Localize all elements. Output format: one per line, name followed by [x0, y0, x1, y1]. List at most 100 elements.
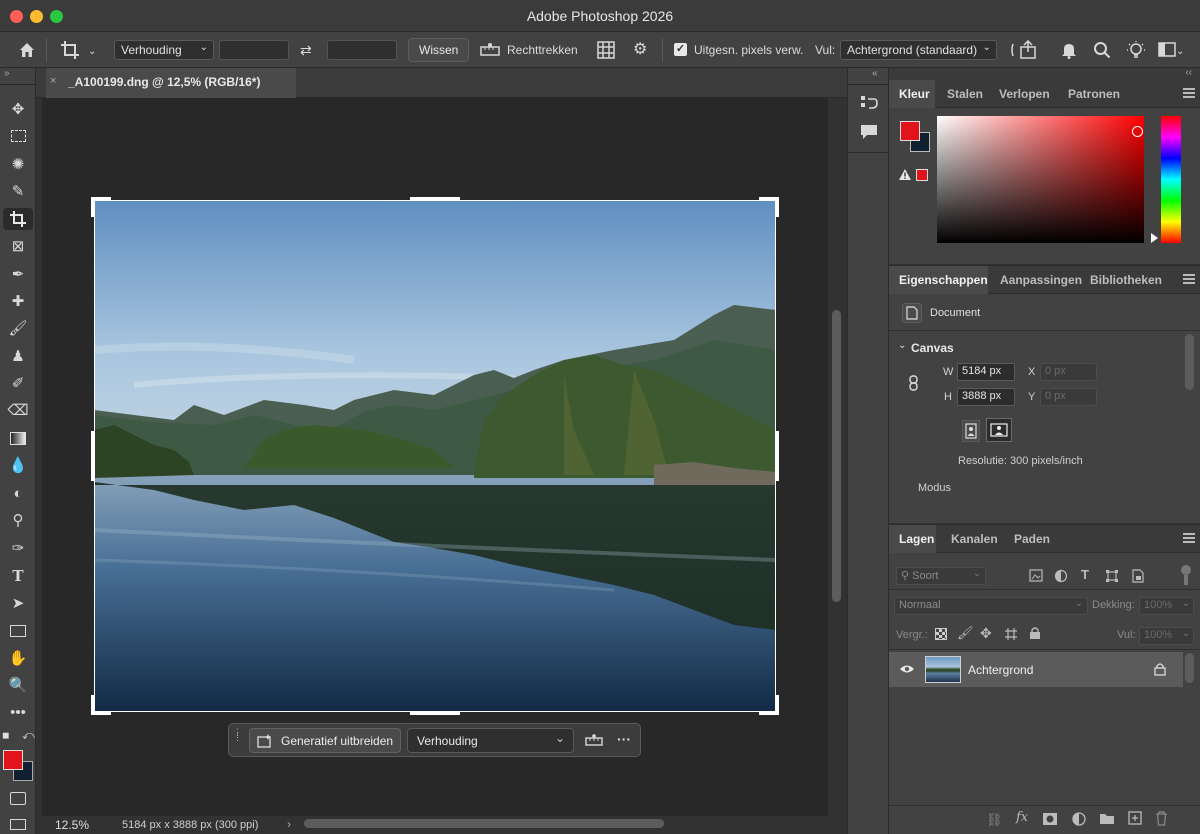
vertical-scrollbar[interactable]	[828, 98, 847, 816]
canvas-area[interactable]: ⋮ ⋮ Generatief uitbreiden Verhouding ⌄ ··…	[42, 98, 828, 816]
history-brush-tool-icon[interactable]: ✐	[6, 373, 30, 395]
trash-icon[interactable]	[1155, 811, 1168, 826]
clear-button[interactable]: Wissen	[408, 38, 470, 62]
canvas-section-title[interactable]: Canvas	[911, 341, 954, 355]
filter-pixel-icon[interactable]	[1029, 569, 1043, 582]
chevron-right-icon[interactable]: ›	[287, 817, 291, 831]
layer-row[interactable]: Achtergrond	[889, 652, 1183, 687]
y-input[interactable]: 0 px	[1040, 388, 1097, 406]
lock-position-icon[interactable]: ✥	[980, 625, 992, 642]
workspace-icon[interactable]	[1158, 42, 1176, 58]
swap-colors-icon[interactable]: ⤺	[22, 728, 35, 743]
dodge-tool-icon[interactable]: ◐	[6, 483, 30, 505]
chevron-down-icon[interactable]: ⌄	[88, 44, 96, 60]
share-icon[interactable]	[1010, 40, 1040, 60]
layers-scrollbar-thumb[interactable]	[1185, 653, 1194, 683]
panel-menu-icon[interactable]	[1183, 274, 1195, 284]
tab-layers[interactable]: Lagen	[889, 525, 936, 553]
swap-icon[interactable]: ⇄	[300, 42, 312, 58]
zoom-level[interactable]: 12.5%	[55, 818, 89, 832]
gradient-tool-icon[interactable]	[6, 428, 30, 450]
eraser-tool-icon[interactable]: ⌫	[6, 400, 30, 422]
marquee-tool-icon[interactable]	[6, 126, 30, 148]
hue-slider-marker[interactable]	[1151, 233, 1158, 243]
generative-expand-button[interactable]: Generatief uitbreiden	[249, 728, 401, 753]
hue-slider[interactable]	[1161, 116, 1181, 243]
pen-tool-icon[interactable]: ✑	[6, 538, 30, 560]
blend-mode-dropdown[interactable]: Normaal ⌄	[894, 597, 1088, 615]
eyedropper-tool-icon[interactable]: ✒	[6, 264, 30, 286]
tab-paths[interactable]: Paden	[1006, 525, 1050, 553]
new-layer-icon[interactable]	[1128, 811, 1142, 825]
tab-libraries[interactable]: Bibliotheken	[1082, 266, 1162, 294]
filter-shape-icon[interactable]	[1105, 569, 1119, 583]
layer-thumbnail[interactable]	[925, 656, 961, 683]
lock-icon[interactable]	[1154, 662, 1166, 676]
close-tab-icon[interactable]: ×	[50, 75, 56, 87]
panel-menu-icon[interactable]	[1183, 533, 1195, 543]
ratio-dropdown[interactable]: Verhouding ⌄	[114, 40, 214, 60]
portrait-orientation-button[interactable]	[962, 420, 980, 442]
collapse-panels-icon[interactable]: «	[872, 68, 878, 79]
lightbulb-icon[interactable]	[1126, 40, 1146, 60]
crop-handle-right[interactable]	[775, 431, 779, 481]
crop-handle-bottom[interactable]	[410, 711, 460, 715]
crop-handle-top-left[interactable]	[91, 197, 95, 217]
x-input[interactable]: 0 px	[1040, 363, 1097, 381]
ratio-height-input[interactable]	[327, 40, 397, 60]
chevron-down-icon[interactable]: ⌄	[1176, 44, 1184, 60]
tab-gradients[interactable]: Verlopen	[991, 80, 1050, 108]
collapse-icon[interactable]: ‹‹	[1185, 67, 1192, 78]
landscape-orientation-button[interactable]	[986, 418, 1012, 442]
more-options-icon[interactable]: ···	[617, 731, 631, 747]
lock-pixels-icon[interactable]: 🖌	[957, 625, 974, 641]
height-input[interactable]: 3888 px	[957, 388, 1015, 406]
crop-handle-top[interactable]	[410, 197, 460, 201]
tab-color[interactable]: Kleur	[889, 80, 935, 108]
sponge-tool-icon[interactable]: ⚲	[6, 510, 30, 532]
brush-tool-icon[interactable]: 🖌	[6, 318, 30, 340]
object-selection-tool-icon[interactable]: ✺	[6, 154, 30, 176]
chevron-down-icon[interactable]: ⌄	[898, 340, 906, 351]
tab-adjustments[interactable]: Aanpassingen	[992, 266, 1082, 294]
warning-icon[interactable]	[898, 168, 912, 181]
zoom-tool-icon[interactable]: 🔍	[6, 675, 30, 697]
document-tab[interactable]: × _A100199.dng @ 12,5% (RGB/16*)	[46, 68, 296, 98]
collapse-toolbar-icon[interactable]: »	[4, 68, 10, 79]
blur-tool-icon[interactable]: 💧	[6, 455, 30, 477]
layer-name[interactable]: Achtergrond	[968, 663, 1033, 677]
delete-pixels-checkbox[interactable]: ✓	[674, 43, 687, 56]
fill-input[interactable]: 100% ⌄	[1139, 627, 1194, 645]
screen-mode-icon[interactable]	[6, 814, 30, 834]
search-icon[interactable]	[1093, 41, 1111, 59]
tab-swatches[interactable]: Stalen	[939, 80, 983, 108]
crop-tool-icon[interactable]	[3, 208, 33, 230]
crop-handle-bottom-left[interactable]	[91, 695, 95, 715]
crop-boundary[interactable]	[94, 200, 776, 712]
crop-handle-top-right[interactable]	[775, 197, 779, 217]
gear-icon[interactable]: ⚙	[633, 42, 647, 58]
move-tool-icon[interactable]: ✥	[6, 99, 30, 121]
link-icon[interactable]	[908, 375, 920, 391]
color-picker-field[interactable]	[937, 116, 1144, 243]
path-selection-tool-icon[interactable]: ➤	[6, 593, 30, 615]
context-ratio-dropdown[interactable]: Verhouding ⌄	[407, 728, 574, 753]
comments-panel-icon[interactable]	[860, 124, 878, 140]
straighten-icon[interactable]	[585, 734, 603, 748]
rectangle-tool-icon[interactable]	[6, 620, 30, 642]
vertical-scroll-thumb[interactable]	[832, 310, 841, 602]
drag-handle-icon[interactable]: ⋮ ⋮	[233, 728, 242, 750]
quick-selection-tool-icon[interactable]: ✎	[6, 181, 30, 203]
foreground-color-swatch[interactable]	[900, 121, 920, 141]
healing-brush-tool-icon[interactable]: ✚	[6, 291, 30, 313]
lock-all-icon[interactable]	[1029, 626, 1041, 640]
fill-dropdown[interactable]: Achtergrond (standaard) ⌄	[840, 40, 997, 60]
history-panel-icon[interactable]	[860, 94, 878, 112]
width-input[interactable]: 5184 px	[957, 363, 1015, 381]
opacity-input[interactable]: 100% ⌄	[1139, 597, 1194, 615]
filter-toggle[interactable]	[1181, 565, 1191, 575]
eye-icon[interactable]	[899, 664, 915, 674]
foreground-color-swatch[interactable]	[3, 750, 23, 770]
document-info[interactable]: 5184 px x 3888 px (300 ppi)	[122, 819, 258, 831]
filter-type-icon[interactable]: T	[1081, 567, 1089, 582]
